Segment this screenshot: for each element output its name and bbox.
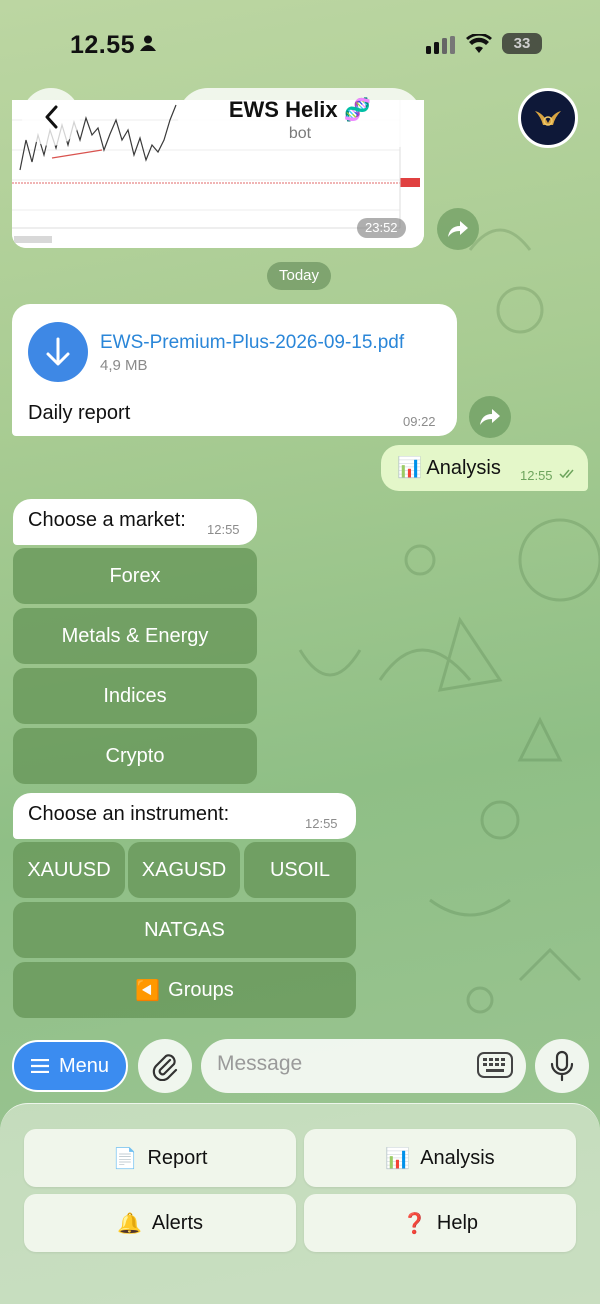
reply-button-label: Report bbox=[147, 1146, 208, 1169]
groups-back-button[interactable]: ◀️ Groups bbox=[13, 962, 356, 1018]
instrument-prompt-text: Choose an instrument: bbox=[28, 803, 230, 825]
bell-icon: 🔔 bbox=[116, 1212, 142, 1235]
double-check-icon bbox=[559, 469, 574, 479]
attach-button[interactable] bbox=[138, 1039, 192, 1093]
bot-avatar[interactable] bbox=[518, 88, 578, 148]
bar-chart-icon: 📊 bbox=[385, 1147, 411, 1170]
file-name[interactable]: EWS-Premium-Plus-2026-09-15.pdf bbox=[100, 332, 404, 354]
market-button-forex[interactable]: Forex bbox=[13, 548, 257, 604]
message-input[interactable] bbox=[217, 1052, 467, 1076]
battery-level: 33 bbox=[513, 35, 531, 52]
microphone-icon bbox=[550, 1050, 574, 1082]
reply-button-analysis[interactable]: 📊 Analysis bbox=[304, 1129, 576, 1187]
outgoing-message-label: Analysis bbox=[426, 457, 501, 479]
forward-icon bbox=[448, 221, 468, 237]
instrument-button-usoil[interactable]: USOIL bbox=[244, 842, 356, 898]
instrument-prompt-message[interactable]: Choose an instrument: 12:55 bbox=[13, 793, 356, 839]
file-size: 4,9 MB bbox=[100, 357, 148, 374]
document-message-time: 09:22 bbox=[403, 414, 436, 429]
wifi-icon bbox=[466, 34, 492, 53]
battery-indicator: 33 bbox=[502, 33, 542, 54]
instrument-prompt-time: 12:55 bbox=[305, 816, 338, 831]
market-button-metals-energy[interactable]: Metals & Energy bbox=[13, 608, 257, 664]
forward-button[interactable] bbox=[437, 208, 479, 250]
outgoing-message-time: 12:55 bbox=[520, 468, 553, 483]
market-button-crypto[interactable]: Crypto bbox=[13, 728, 257, 784]
bar-chart-icon: 📊 bbox=[397, 457, 422, 479]
instrument-button-xauusd[interactable]: XAUUSD bbox=[13, 842, 125, 898]
reply-button-label: Alerts bbox=[151, 1211, 204, 1234]
keyboard-icon[interactable] bbox=[477, 1052, 513, 1078]
chat-subtitle: bot bbox=[288, 125, 312, 142]
status-time: 12.55 bbox=[70, 31, 136, 59]
reply-button-report[interactable]: 📄 Report bbox=[24, 1129, 296, 1187]
date-divider: Today bbox=[267, 262, 331, 290]
cellular-signal-icon bbox=[426, 36, 455, 54]
instrument-button-natgas[interactable]: NATGAS bbox=[13, 902, 356, 958]
eagle-logo-icon bbox=[535, 111, 561, 126]
person-icon bbox=[140, 35, 156, 51]
outgoing-message[interactable]: 📊 Analysis 12:55 bbox=[381, 445, 588, 491]
download-button[interactable] bbox=[28, 322, 88, 382]
arrow-down-icon bbox=[46, 337, 70, 366]
market-prompt-text: Choose a market: bbox=[28, 509, 186, 531]
message-input-container[interactable] bbox=[201, 1039, 526, 1093]
hamburger-icon bbox=[30, 1059, 49, 1073]
market-button-indices[interactable]: Indices bbox=[13, 668, 257, 724]
reply-button-help[interactable]: ❓ Help bbox=[304, 1194, 576, 1252]
menu-button-label: Menu bbox=[58, 1054, 110, 1077]
document-caption: Daily report bbox=[28, 402, 131, 424]
forward-button[interactable] bbox=[469, 396, 511, 438]
outgoing-message-text: 📊 Analysis bbox=[397, 455, 501, 480]
market-prompt-time: 12:55 bbox=[207, 522, 240, 537]
back-arrow-icon: ◀️ bbox=[135, 979, 161, 1002]
chevron-left-icon bbox=[45, 105, 58, 129]
paperclip-icon bbox=[152, 1054, 178, 1081]
document-icon: 📄 bbox=[112, 1147, 138, 1170]
document-message[interactable]: EWS-Premium-Plus-2026-09-15.pdf 4,9 MB D… bbox=[12, 304, 457, 436]
chat-title[interactable]: EWS Helix 🧬 bot bbox=[178, 88, 422, 148]
reply-button-label: Help bbox=[436, 1211, 479, 1234]
status-bar: 12.55 33 bbox=[0, 0, 600, 80]
chart-message-time: 23:52 bbox=[357, 218, 406, 238]
chat-title-text: EWS Helix 🧬 bbox=[228, 97, 372, 122]
reply-button-label: Analysis bbox=[420, 1146, 495, 1169]
market-prompt-message[interactable]: Choose a market: 12:55 bbox=[13, 499, 257, 545]
groups-button-label: Groups bbox=[168, 978, 234, 1001]
reply-keyboard: 📄 Report 📊 Analysis 🔔 Alerts ❓ Help bbox=[0, 1103, 600, 1304]
voice-record-button[interactable] bbox=[535, 1039, 589, 1093]
reply-button-alerts[interactable]: 🔔 Alerts bbox=[24, 1194, 296, 1252]
question-mark-icon: ❓ bbox=[401, 1212, 427, 1235]
instrument-button-xagusd[interactable]: XAGUSD bbox=[128, 842, 240, 898]
bot-menu-button[interactable]: Menu bbox=[12, 1040, 128, 1092]
forward-icon bbox=[480, 409, 500, 425]
back-button[interactable] bbox=[22, 88, 80, 146]
